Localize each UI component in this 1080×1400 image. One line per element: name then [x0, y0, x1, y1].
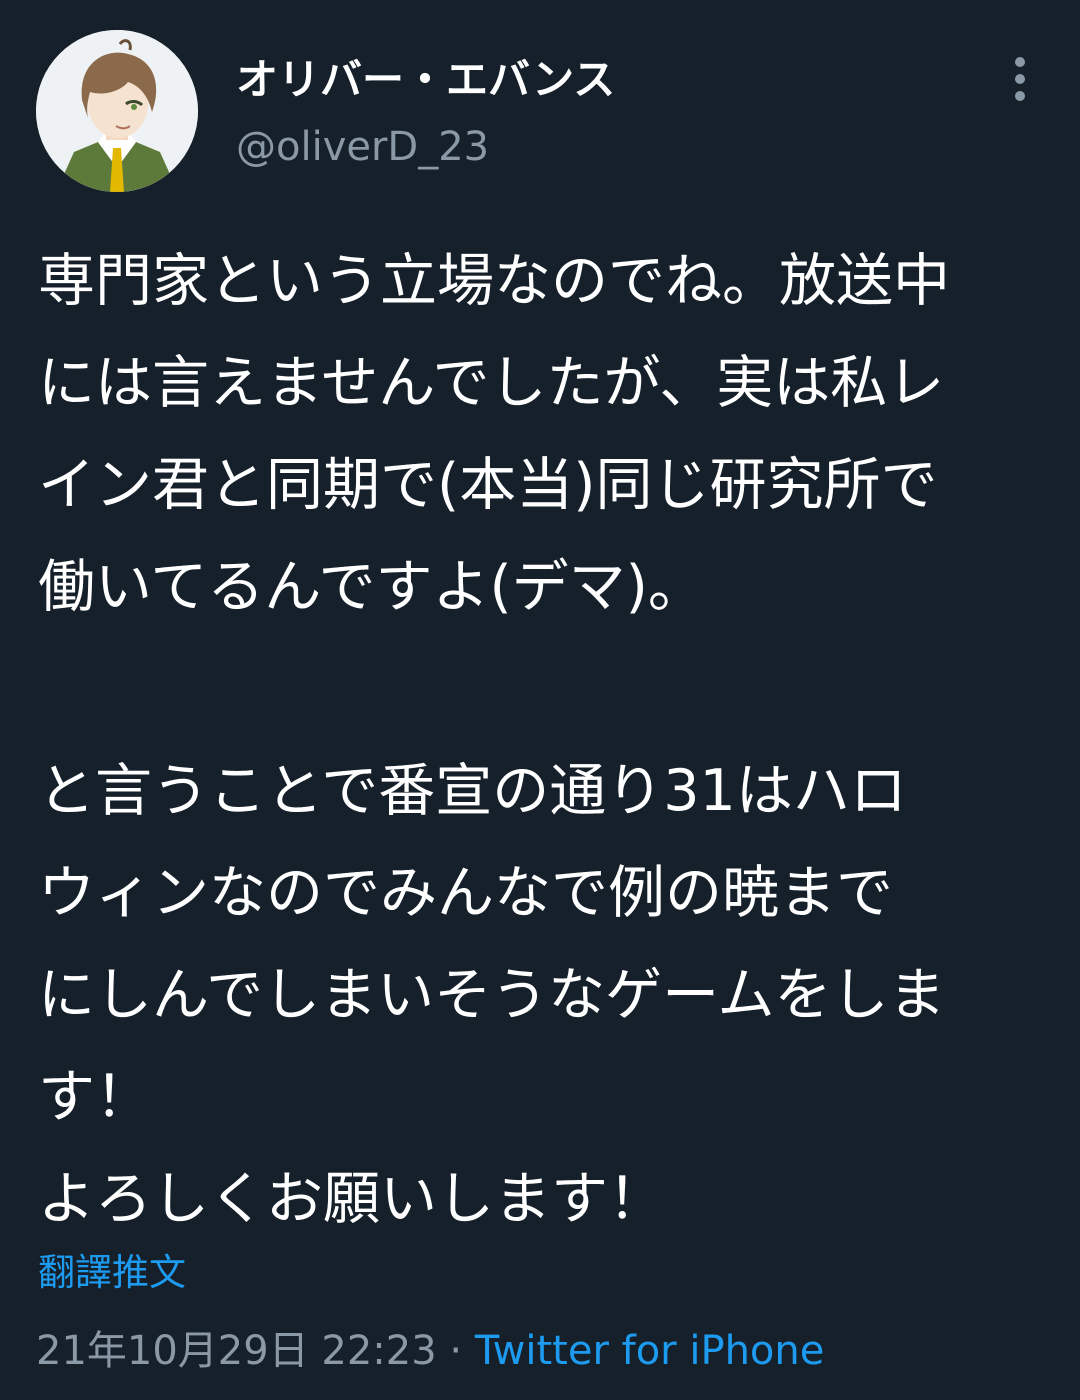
tweet-text-line: よろしくお願いします！	[38, 1166, 665, 1232]
more-vertical-icon	[1015, 57, 1025, 101]
display-name[interactable]: オリバー・エバンス	[236, 46, 615, 107]
user-handle[interactable]: @oliverD_23	[236, 124, 489, 170]
tweet-text-line	[38, 638, 1058, 740]
tweet-text-line: と言うことで番宣の通り31はハロ	[38, 758, 907, 824]
tweet-source-link[interactable]: Twitter for iPhone	[475, 1328, 825, 1374]
avatar-illustration	[36, 30, 198, 192]
avatar[interactable]	[36, 30, 198, 192]
tweet-text-line: 専門家という立場なのでね。放送中	[38, 248, 950, 314]
tweet-text: 専門家という立場なのでね。放送中 には言えませんでしたが、実は私レ イン君と同期…	[38, 230, 1058, 1250]
tweet-text-line: ウィンなのでみんなで例の暁まで	[38, 860, 893, 926]
tweet-text-line: には言えませんでしたが、実は私レ	[38, 350, 945, 416]
meta-separator: ·	[436, 1328, 475, 1374]
tweet-text-line: 働いてるんですよ(デマ)。	[38, 554, 705, 620]
tweet-text-line: す！	[38, 1064, 152, 1130]
tweet-meta: 21年10月29日 22:23 · Twitter for iPhone	[36, 1318, 824, 1376]
tweet-text-line: イン君と同期で(本当)同じ研究所で	[38, 452, 938, 518]
tweet-text-line: にしんでしまいそうなゲームをしま	[38, 962, 946, 1028]
more-options-button[interactable]	[996, 52, 1044, 106]
tweet-timestamp[interactable]: 21年10月29日 22:23	[36, 1328, 437, 1374]
translate-tweet-link[interactable]: 翻譯推文	[38, 1242, 186, 1296]
